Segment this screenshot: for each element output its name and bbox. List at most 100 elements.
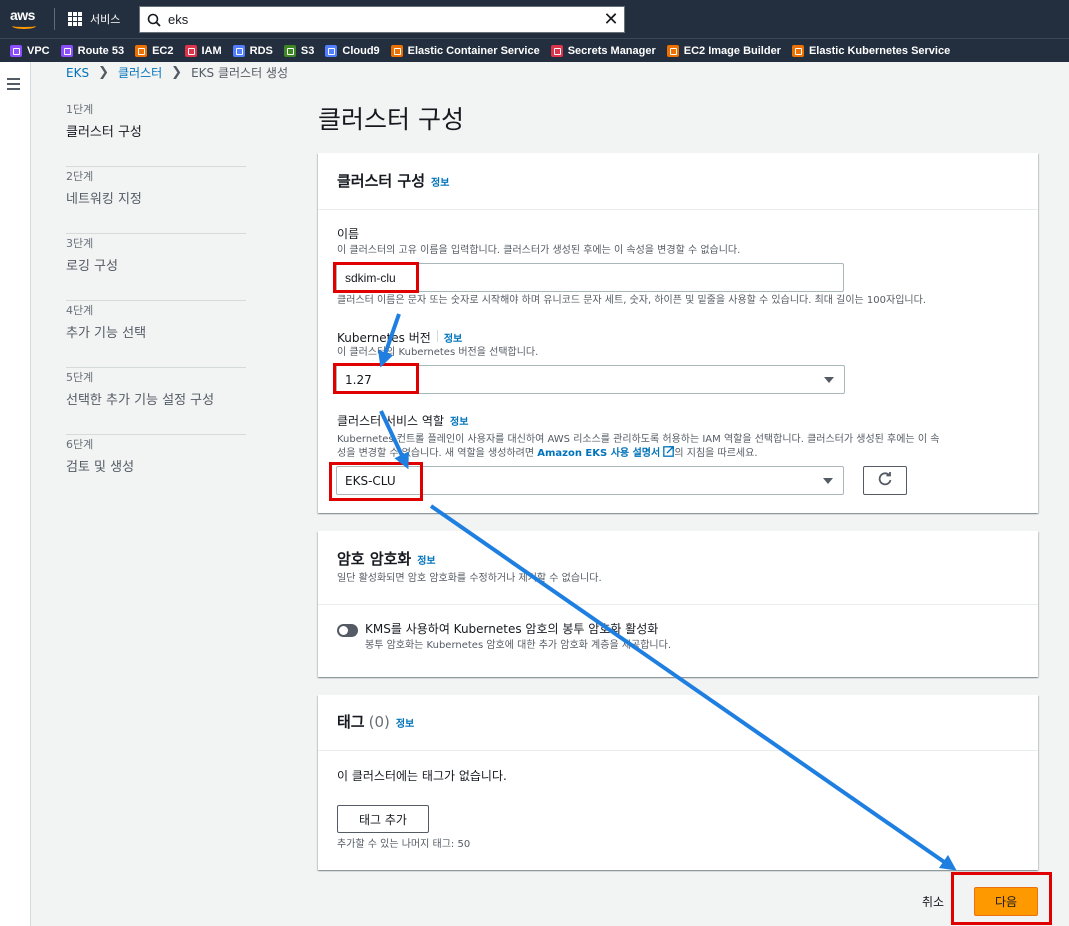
- cancel-button[interactable]: 취소: [922, 893, 944, 910]
- selected-value: 1.27: [345, 372, 372, 387]
- refresh-roles-button[interactable]: [863, 466, 907, 495]
- side-rail: [0, 62, 31, 926]
- step-number: 3단계: [66, 237, 94, 250]
- favorite-item[interactable]: EC2 Image Builder: [666, 44, 781, 57]
- step-6[interactable]: 6단계 검토 및 생성: [66, 435, 246, 502]
- favorite-item[interactable]: EC2: [135, 44, 174, 57]
- favorites-bar: VPC Route 53 EC2 IAM RDS S3 Cloud9 Elastic Cont…: [0, 38, 1069, 62]
- favorite-item[interactable]: Secrets Manager: [550, 44, 656, 57]
- caret-down-icon: [824, 376, 834, 383]
- service-role-description: Kubernetes 컨트롤 플레인이 사용자를 대신하여 AWS 리소스를 관…: [337, 433, 1027, 460]
- favorite-item[interactable]: Route 53: [60, 44, 124, 57]
- eks-user-guide-link[interactable]: Amazon EKS 사용 설명서: [537, 448, 660, 459]
- add-tag-button[interactable]: 태그 추가: [337, 805, 429, 833]
- service-icon: [791, 44, 804, 57]
- panel-heading: 암호 암호화: [337, 550, 412, 568]
- menu-icon[interactable]: [7, 78, 20, 90]
- favorite-item[interactable]: Elastic Container Service: [390, 44, 540, 57]
- search-input[interactable]: [168, 12, 598, 27]
- step-name: 네트워킹 지정: [66, 192, 142, 207]
- service-icon: [10, 44, 22, 57]
- grid-icon: [68, 12, 82, 26]
- service-icon: [232, 44, 245, 57]
- step-number: 4단계: [66, 304, 94, 317]
- step-4[interactable]: 4단계 추가 기능 선택: [66, 301, 246, 368]
- breadcrumb-current: EKS 클러스터 생성: [191, 66, 289, 80]
- tag-count: (0): [368, 713, 390, 731]
- name-label: 이름: [337, 227, 360, 241]
- favorite-item[interactable]: IAM: [184, 44, 222, 57]
- step-name: 로깅 구성: [66, 259, 118, 274]
- services-menu-button[interactable]: 서비스: [68, 8, 120, 30]
- favorite-item[interactable]: VPC: [10, 44, 50, 57]
- no-tags-message: 이 클러스터에는 태그가 없습니다.: [337, 769, 507, 783]
- toggle-label: KMS를 사용하여 Kubernetes 암호의 봉투 암호화 활성화: [365, 622, 659, 636]
- step-number: 5단계: [66, 371, 94, 384]
- service-icon: [283, 44, 296, 57]
- aws-logo[interactable]: aws: [8, 6, 42, 32]
- step-2[interactable]: 2단계 네트워킹 지정: [66, 167, 246, 234]
- search-icon: [140, 7, 168, 32]
- step-number: 2단계: [66, 170, 94, 183]
- step-3[interactable]: 3단계 로깅 구성: [66, 234, 246, 301]
- favorite-label: EC2: [152, 44, 174, 57]
- service-role-select[interactable]: EKS-CLU: [336, 466, 844, 495]
- service-icon: [325, 44, 338, 57]
- remaining-tags-text: 추가할 수 있는 나머지 태그: 50: [337, 839, 471, 850]
- cluster-name-input[interactable]: [336, 263, 844, 292]
- kms-encryption-toggle[interactable]: [337, 624, 358, 637]
- services-label: 서비스: [90, 13, 121, 26]
- breadcrumb-eks[interactable]: EKS: [66, 66, 89, 80]
- step-number: 1단계: [66, 103, 94, 116]
- service-icon: [135, 44, 148, 57]
- role-desc-line1: Kubernetes 컨트롤 플레인이 사용자를 대신하여 AWS 리소스를 관…: [337, 434, 940, 445]
- service-icon: [666, 44, 679, 57]
- clear-search-icon[interactable]: ✕: [598, 9, 624, 30]
- favorite-label: Elastic Kubernetes Service: [808, 44, 951, 57]
- version-description: 이 클러스터의 Kubernetes 버전을 선택합니다.: [337, 347, 539, 358]
- aws-logo-text: aws: [10, 7, 35, 23]
- chevron-right-icon: ❯: [98, 65, 109, 80]
- favorite-item[interactable]: S3: [283, 44, 315, 57]
- version-label: Kubernetes 버전: [337, 331, 431, 345]
- name-description: 이 클러스터의 고유 이름을 입력합니다. 클러스터가 생성된 후에는 이 속성…: [337, 245, 741, 256]
- search-box: ✕: [139, 6, 625, 33]
- panel-heading: 클러스터 구성: [337, 172, 426, 190]
- cluster-config-panel: 클러스터 구성 정보 이름 이 클러스터의 고유 이름을 입력합니다. 클러스터…: [318, 153, 1038, 513]
- wizard-steps: 1단계 클러스터 구성 2단계 네트워킹 지정 3단계 로깅 구성 4단계 추가…: [66, 100, 246, 502]
- name-constraint-hint: 클러스터 이름은 문자 또는 숫자로 시작해야 하며 유니코드 문자 세트, 숫…: [337, 295, 926, 306]
- page-title: 클러스터 구성: [318, 105, 464, 134]
- service-icon: [60, 44, 73, 57]
- role-desc-line2b: 의 지침을 따르세요.: [674, 448, 758, 459]
- panel-divider: [318, 209, 1038, 210]
- info-link[interactable]: 정보: [444, 330, 462, 345]
- favorite-label: EC2 Image Builder: [683, 44, 781, 57]
- favorite-label: Secrets Manager: [567, 44, 656, 57]
- info-link[interactable]: 정보: [396, 715, 414, 730]
- secrets-encryption-panel: 암호 암호화 정보 일단 활성화되면 암호 암호화를 수정하거나 제거할 수 없…: [318, 531, 1038, 677]
- kubernetes-version-select[interactable]: 1.27: [336, 365, 845, 394]
- favorite-item[interactable]: Elastic Kubernetes Service: [791, 44, 951, 57]
- favorite-item[interactable]: RDS: [232, 44, 273, 57]
- info-link[interactable]: 정보: [450, 413, 468, 428]
- info-link[interactable]: 정보: [417, 552, 435, 567]
- external-link-icon: [663, 446, 675, 459]
- service-role-label: 클러스터 서비스 역할: [337, 414, 444, 428]
- step-name: 선택한 추가 기능 설정 구성: [66, 393, 215, 408]
- info-link[interactable]: 정보: [431, 174, 449, 189]
- favorite-item[interactable]: Cloud9: [325, 44, 380, 57]
- next-button[interactable]: 다음: [974, 887, 1038, 916]
- favorite-label: S3: [300, 44, 315, 57]
- step-5[interactable]: 5단계 선택한 추가 기능 설정 구성: [66, 368, 246, 435]
- step-1[interactable]: 1단계 클러스터 구성: [66, 100, 246, 167]
- service-icon: [184, 44, 197, 57]
- encryption-description: 일단 활성화되면 암호 암호화를 수정하거나 제거할 수 없습니다.: [337, 573, 602, 584]
- aws-smile-icon: [12, 23, 36, 29]
- toggle-description: 봉투 암호화는 Kubernetes 암호에 대한 추가 암호화 계층을 제공합…: [365, 640, 672, 651]
- step-name: 검토 및 생성: [66, 460, 135, 475]
- favorite-label: Elastic Container Service: [407, 44, 540, 57]
- breadcrumb-clusters[interactable]: 클러스터: [118, 64, 162, 81]
- service-icon: [550, 44, 563, 57]
- top-navigation-bar: aws 서비스 ✕: [0, 0, 1069, 38]
- topbar-divider: [54, 8, 55, 30]
